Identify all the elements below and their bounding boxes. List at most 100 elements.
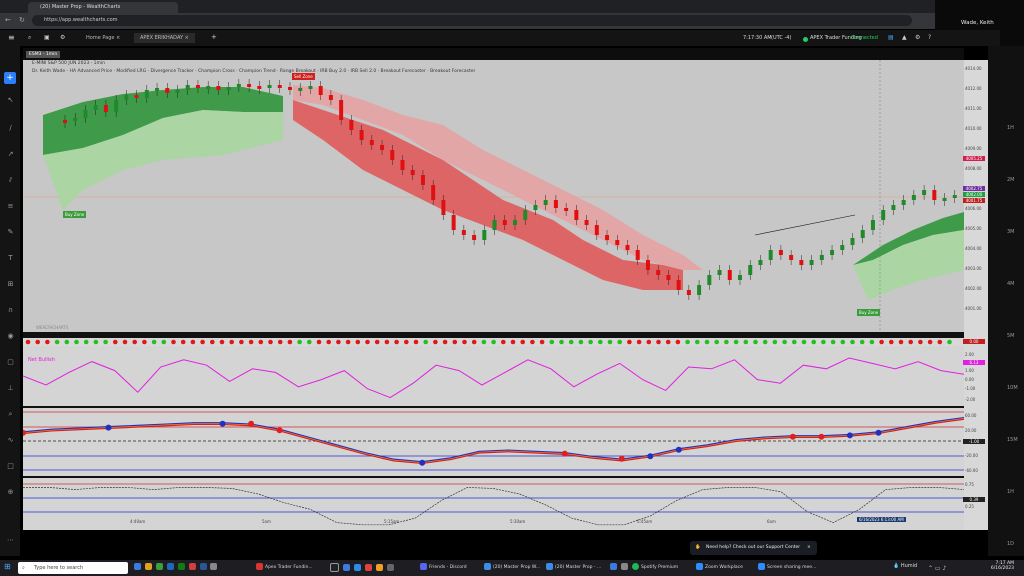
signal-dot bbox=[501, 339, 506, 345]
trend-dot bbox=[647, 453, 654, 460]
app-icon[interactable] bbox=[375, 564, 383, 571]
more-icon[interactable]: ⋯ bbox=[6, 536, 15, 545]
tray-icons[interactable]: ⌃ ▭ ♪ bbox=[928, 565, 946, 572]
app-icon[interactable] bbox=[188, 563, 196, 570]
timeframe-button[interactable]: 2M bbox=[1007, 177, 1015, 183]
weather-widget[interactable]: 💧 Humid bbox=[893, 563, 917, 569]
indicator-label[interactable]: IRB Sell 2.0 bbox=[351, 69, 377, 74]
buy-zone-label: Buy Zone bbox=[857, 309, 881, 316]
taskbar-item[interactable]: Screen sharing mee... bbox=[758, 562, 820, 574]
indicator-label[interactable]: Divergence Tracker bbox=[150, 69, 193, 74]
price-axis-label: 4001.00 bbox=[965, 306, 982, 311]
back-icon[interactable]: ← bbox=[5, 16, 11, 24]
zoom-icon[interactable]: ⌕ bbox=[6, 410, 15, 419]
add-tab-icon[interactable]: + bbox=[211, 33, 217, 41]
indicator-label[interactable]: Champion Trend bbox=[239, 69, 276, 74]
candle bbox=[400, 160, 405, 170]
taskbar-item[interactable]: Friends - Discord bbox=[420, 562, 480, 574]
trend-icon[interactable]: ∿ bbox=[6, 436, 15, 445]
signal-dot bbox=[83, 339, 89, 345]
save-icon[interactable]: ▤ bbox=[888, 34, 894, 41]
taskbar-search[interactable]: ⌕ Type here to search bbox=[18, 562, 128, 574]
timeframe-button[interactable]: 10M bbox=[1007, 385, 1018, 391]
browser-tab[interactable]: (20) Master Prop - WealthCharts bbox=[28, 2, 178, 13]
candle bbox=[461, 230, 466, 235]
signal-dot bbox=[617, 339, 622, 345]
indicator-label[interactable]: IRB Buy 2.0 bbox=[320, 69, 346, 74]
candle bbox=[901, 200, 906, 205]
indicator-label[interactable]: Champion Cross bbox=[198, 69, 235, 74]
search-icon[interactable]: ⌕ bbox=[28, 34, 31, 42]
channel-icon[interactable]: ⫽ bbox=[6, 176, 15, 185]
candle bbox=[799, 260, 804, 265]
app-icon[interactable] bbox=[620, 563, 628, 570]
timeframe-button[interactable]: 1H bbox=[1007, 489, 1014, 495]
eye-icon[interactable]: ◉ bbox=[6, 332, 15, 341]
support-popup[interactable]: ✋ Need help? Check out our Support Cente… bbox=[690, 541, 817, 555]
timeframe-button[interactable]: 1H bbox=[1007, 125, 1014, 131]
help-icon[interactable]: ? bbox=[928, 34, 931, 41]
timeframe-button[interactable]: 1D bbox=[1007, 541, 1014, 547]
signal-dot bbox=[113, 339, 118, 345]
box-icon[interactable]: □ bbox=[6, 462, 15, 471]
taskbar-item[interactable]: Spotify Premium bbox=[632, 562, 692, 574]
timeframe-button[interactable]: 15M bbox=[1007, 437, 1018, 443]
app-icon[interactable] bbox=[199, 563, 207, 570]
fib-icon[interactable]: ≡ bbox=[6, 202, 15, 211]
layout-icon[interactable]: ▣ bbox=[44, 34, 50, 41]
app-icon[interactable] bbox=[364, 564, 372, 571]
gear-icon[interactable]: ⚙ bbox=[915, 34, 920, 41]
app-icon[interactable] bbox=[177, 563, 185, 570]
signal-dot bbox=[132, 339, 137, 345]
app-icon[interactable] bbox=[342, 564, 350, 571]
app-icon[interactable] bbox=[386, 564, 394, 571]
windows-start-icon[interactable]: ⊞ bbox=[4, 562, 11, 571]
candle bbox=[165, 88, 170, 93]
alert-icon[interactable]: ⊕ bbox=[6, 488, 15, 497]
taskbar-clock[interactable]: 7:17 AM 6/16/2023 bbox=[978, 561, 1014, 571]
indicator-label[interactable]: Breakout Forecaster bbox=[430, 69, 475, 74]
price-axis-label: 4009.00 bbox=[965, 146, 982, 151]
app-icon[interactable] bbox=[610, 563, 617, 570]
reload-icon[interactable]: ↻ bbox=[19, 16, 25, 24]
tab-apex[interactable]: APEX ERIKHADAY × bbox=[134, 33, 195, 43]
text-icon[interactable]: T bbox=[6, 254, 15, 263]
taskbar-item[interactable]: Apex Trader Fundin... bbox=[256, 562, 326, 574]
line-icon[interactable]: ∕ bbox=[6, 124, 15, 133]
measure-icon[interactable]: ⊞ bbox=[6, 280, 15, 289]
taskbar-item[interactable]: (20) Master Prop - ... bbox=[546, 562, 606, 574]
close-icon[interactable]: × bbox=[807, 541, 811, 555]
candle bbox=[635, 250, 640, 260]
indicator-label[interactable]: Modified LRG bbox=[116, 69, 146, 74]
menu-icon[interactable]: ≡ bbox=[8, 33, 15, 42]
pencil-icon[interactable]: ✎ bbox=[6, 228, 15, 237]
net-bullish-label: Net Bullish bbox=[28, 357, 55, 363]
add-icon[interactable]: + bbox=[4, 72, 16, 84]
taskbar-item[interactable]: Zoom Workplace bbox=[696, 562, 754, 574]
app-icon[interactable] bbox=[353, 564, 361, 571]
app-icon[interactable] bbox=[330, 563, 339, 572]
settings-icon[interactable]: ⚙ bbox=[60, 34, 65, 41]
cursor-icon[interactable]: ↖ bbox=[6, 96, 15, 105]
tab-home-page[interactable]: Home Page × bbox=[80, 33, 126, 43]
notification-icon[interactable]: ▲ bbox=[902, 34, 907, 41]
lock-icon[interactable]: ▢ bbox=[6, 358, 15, 367]
app-icon[interactable] bbox=[144, 563, 152, 570]
candle bbox=[175, 90, 180, 93]
indicator-label[interactable]: Dr. Keith Wade - HA Advanced Price bbox=[32, 69, 112, 74]
taskbar-item[interactable]: (20) Master Prop W... bbox=[484, 562, 542, 574]
app-icon[interactable] bbox=[210, 563, 218, 570]
chart-type-icon[interactable]: ⊥ bbox=[6, 384, 15, 393]
app-icon[interactable] bbox=[166, 563, 174, 570]
symbol-badge[interactable]: ESM3 - 1min bbox=[26, 51, 61, 58]
timeframe-button[interactable]: 5M bbox=[1007, 333, 1015, 339]
timeframe-button[interactable]: 4M bbox=[1007, 281, 1015, 287]
indicator-label[interactable]: Breakout Forecaster bbox=[381, 69, 426, 74]
magnet-icon[interactable]: ∩ bbox=[6, 306, 15, 315]
ray-icon[interactable]: ↗ bbox=[6, 150, 15, 159]
app-icon[interactable] bbox=[134, 563, 141, 570]
url-field[interactable]: https://app.wealthcharts.com bbox=[32, 15, 912, 26]
signal-dot bbox=[433, 339, 438, 345]
timeframe-button[interactable]: 3M bbox=[1007, 229, 1015, 235]
app-icon[interactable] bbox=[155, 563, 163, 570]
